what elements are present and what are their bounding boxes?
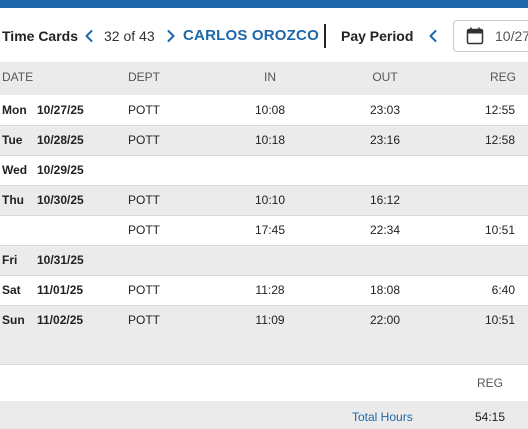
- pay-period-date-field[interactable]: 10/27: [453, 20, 528, 52]
- date-cell: 10/31/25: [37, 253, 84, 267]
- empty-row: [0, 334, 528, 365]
- dept-cell: POTT: [128, 223, 160, 237]
- chevron-right-icon[interactable]: [164, 26, 178, 46]
- employee-name-link[interactable]: CARLOS OROZCO: [183, 28, 319, 44]
- summary-header: REG: [0, 365, 528, 401]
- chevron-left-icon[interactable]: [82, 26, 96, 46]
- day-label: Wed: [2, 163, 28, 177]
- date-cell: 10/27/25: [37, 103, 84, 117]
- calendar-icon[interactable]: [466, 27, 484, 45]
- day-label: Mon: [2, 103, 27, 117]
- reg-hours-cell: 10:51: [484, 223, 515, 237]
- table-row[interactable]: Mon 10/27/25 POTT 10:08 23:03 12:55: [0, 96, 528, 126]
- column-header-dept: DEPT: [128, 70, 161, 84]
- dept-cell: POTT: [128, 283, 160, 297]
- day-label: Sun: [2, 313, 25, 327]
- day-label: Tue: [2, 133, 23, 147]
- in-time-cell: 10:10: [254, 193, 286, 207]
- reg-hours-cell: 10:51: [484, 313, 515, 327]
- top-accent-bar: [0, 0, 528, 8]
- in-time-cell: 11:28: [255, 283, 285, 297]
- page-title: Time Cards: [2, 28, 78, 44]
- summary-total-row: Total Hours 54:15: [0, 401, 528, 429]
- dept-cell: POTT: [128, 313, 160, 327]
- column-header-in: IN: [264, 70, 276, 84]
- out-time-cell: 23:16: [369, 133, 401, 147]
- dept-cell: POTT: [128, 193, 160, 207]
- table-row[interactable]: Thu 10/30/25 POTT 10:10 16:12: [0, 186, 528, 216]
- summary-reg-label: REG: [476, 376, 503, 390]
- table-header: DATE DEPT IN OUT REG: [0, 62, 528, 95]
- table-row[interactable]: Wed 10/29/25: [0, 156, 528, 186]
- reg-hours-cell: 6:40: [491, 283, 515, 297]
- column-header-reg: REG: [489, 70, 516, 84]
- out-time-cell: 18:08: [369, 283, 401, 297]
- reg-hours-cell: 12:55: [484, 103, 515, 117]
- table-row[interactable]: Sun 11/02/25 POTT 11:09 22:00 10:51: [0, 306, 528, 336]
- column-header-out: OUT: [372, 70, 398, 84]
- date-cell: 11/01/25: [37, 283, 84, 297]
- table-row[interactable]: Fri 10/31/25: [0, 246, 528, 276]
- total-hours-value: 54:15: [474, 410, 505, 424]
- header-divider: [324, 24, 326, 48]
- dept-cell: POTT: [128, 133, 160, 147]
- pay-period-label: Pay Period: [341, 28, 414, 44]
- date-cell: 11/02/25: [37, 313, 84, 327]
- total-hours-label: Total Hours: [352, 410, 413, 424]
- table-row[interactable]: POTT 17:45 22:34 10:51: [0, 216, 528, 246]
- dept-cell: POTT: [128, 103, 160, 117]
- table-row[interactable]: Tue 10/28/25 POTT 10:18 23:16 12:58: [0, 126, 528, 156]
- time-card-header: Time Cards 32 of 43 CARLOS OROZCO Pay Pe…: [0, 8, 528, 62]
- in-time-cell: 11:09: [255, 313, 285, 327]
- out-time-cell: 16:12: [369, 193, 401, 207]
- out-time-cell: 22:34: [369, 223, 401, 237]
- pay-period-date-value: 10/27: [495, 28, 528, 44]
- day-label: Thu: [2, 193, 24, 207]
- table-row[interactable]: Sat 11/01/25 POTT 11:28 18:08 6:40: [0, 276, 528, 306]
- day-label: Sat: [2, 283, 21, 297]
- date-cell: 10/28/25: [37, 133, 84, 147]
- in-time-cell: 10:08: [254, 103, 286, 117]
- date-cell: 10/30/25: [37, 193, 84, 207]
- in-time-cell: 10:18: [254, 133, 286, 147]
- reg-hours-cell: 12:58: [484, 133, 515, 147]
- in-time-cell: 17:45: [254, 223, 286, 237]
- pay-period-prev-chevron-left-icon[interactable]: [426, 26, 440, 46]
- out-time-cell: 23:03: [369, 103, 401, 117]
- date-cell: 10/29/25: [37, 163, 84, 177]
- column-header-date: DATE: [2, 70, 34, 84]
- record-counter: 32 of 43: [104, 28, 155, 44]
- out-time-cell: 22:00: [369, 313, 401, 327]
- day-label: Fri: [2, 253, 18, 267]
